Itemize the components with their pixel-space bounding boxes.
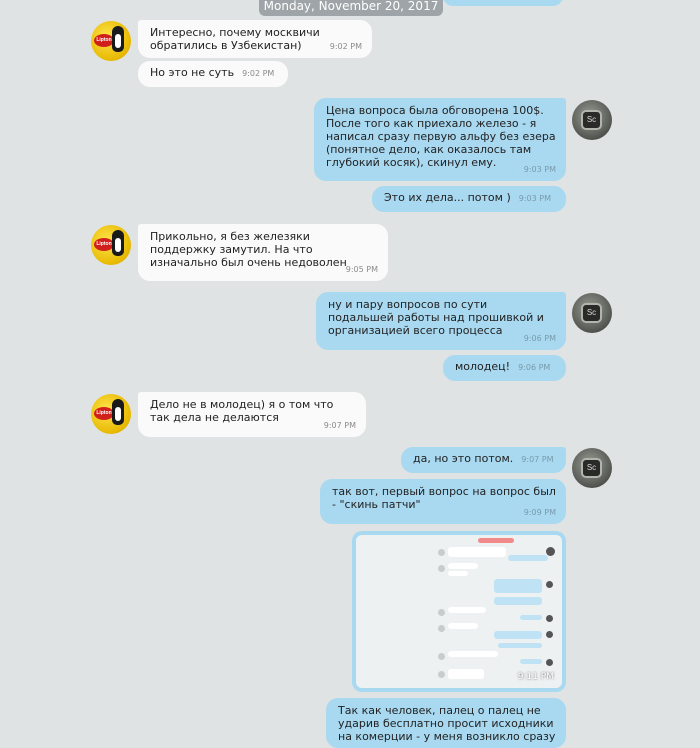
message-text: ну и пару вопросов по сути подальшей раб… (328, 298, 544, 337)
metal-tag-icon: Sc (581, 110, 602, 130)
image-message[interactable]: 9:11 PM (352, 531, 566, 692)
thumb-avatar (546, 581, 553, 588)
contact-avatar[interactable]: Lipton (91, 21, 131, 61)
message-bubble-outgoing[interactable]: Так как человек, палец о палец не ударив… (326, 698, 566, 748)
thumb-bubble (494, 631, 542, 639)
thumb-avatar (438, 609, 445, 616)
message-time: 9:07 PM (521, 455, 554, 464)
message-bubble-outgoing[interactable]: Цена вопроса была обговорена 100$. После… (314, 98, 566, 181)
message-text: Дело не в молодец) я о том что так дела … (150, 398, 334, 424)
thumb-avatar (546, 631, 553, 638)
message-time: 9:11 PM (517, 672, 554, 682)
message-text: Цена вопроса была обговорена 100$. После… (326, 104, 556, 169)
message-time: 9:02 PM (329, 42, 362, 51)
thumb-bubble (448, 669, 484, 679)
message-text: Прикольно, я без железяки поддержку заму… (150, 230, 347, 269)
message-text: молодец! (455, 360, 511, 373)
thumb-bubble (498, 643, 542, 648)
screenshot-thumbnail[interactable] (356, 535, 562, 688)
message-bubble-incoming[interactable]: Прикольно, я без железяки поддержку заму… (138, 224, 388, 281)
thumb-avatar (546, 659, 553, 666)
message-bubble-outgoing[interactable]: молодец! 9:06 PM (443, 355, 566, 381)
message-time: 9:07 PM (323, 421, 356, 430)
metal-tag-icon: Sc (581, 303, 602, 323)
contact-avatar[interactable]: Lipton (91, 394, 131, 434)
message-text: Интересно, почему москвичи обратились в … (150, 26, 320, 52)
thumb-avatar (438, 549, 445, 556)
message-text: Это их дела... потом ) (384, 191, 511, 204)
message-time: 9:05 PM (345, 265, 378, 274)
thumb-avatar (438, 671, 445, 678)
lipton-logo: Lipton (94, 34, 114, 47)
thumb-bubble (448, 571, 468, 576)
thumb-avatar (546, 547, 555, 556)
message-time: 9:09 PM (523, 508, 556, 517)
my-avatar[interactable]: Sc (572, 293, 612, 333)
message-time: 9:03 PM (518, 194, 551, 203)
my-avatar[interactable]: Sc (572, 448, 612, 488)
thumb-date-badge (478, 538, 514, 543)
penguin-icon (112, 26, 124, 52)
message-bubble-outgoing[interactable]: так вот, первый вопрос на вопрос был - "… (320, 479, 566, 524)
contact-avatar[interactable]: Lipton (91, 225, 131, 265)
thumb-bubble (520, 659, 542, 664)
penguin-icon (112, 230, 124, 256)
message-bubble-incoming[interactable]: Интересно, почему москвичи обратились в … (138, 20, 372, 58)
thumb-bubble (448, 563, 478, 569)
message-text: да, но это потом. (413, 452, 514, 465)
message-text: Так как человек, палец о палец не ударив… (338, 704, 556, 743)
thumb-avatar (438, 625, 445, 632)
thumb-bubble (508, 555, 548, 561)
thumb-bubble (494, 579, 542, 593)
thumb-avatar (438, 565, 445, 572)
message-time: 9:06 PM (523, 334, 556, 343)
previous-message-bubble (443, 0, 563, 6)
thumb-bubble (448, 607, 486, 613)
penguin-icon (112, 399, 124, 425)
my-avatar[interactable]: Sc (572, 100, 612, 140)
thumb-avatar (438, 653, 445, 660)
lipton-logo: Lipton (94, 238, 114, 251)
lipton-logo: Lipton (94, 407, 114, 420)
message-text: Но это не суть (150, 66, 235, 79)
message-bubble-outgoing[interactable]: Это их дела... потом ) 9:03 PM (372, 186, 566, 212)
message-time: 9:03 PM (523, 165, 556, 174)
thumb-bubble (448, 651, 498, 657)
message-bubble-outgoing[interactable]: да, но это потом. 9:07 PM (401, 447, 566, 473)
message-time: 9:06 PM (518, 363, 551, 372)
message-text: так вот, первый вопрос на вопрос был - "… (332, 485, 556, 511)
message-bubble-incoming[interactable]: Но это не суть 9:02 PM (138, 61, 288, 87)
metal-tag-icon: Sc (581, 458, 602, 478)
message-time: 9:02 PM (242, 69, 275, 78)
message-bubble-outgoing[interactable]: ну и пару вопросов по сути подальшей раб… (316, 292, 566, 350)
thumb-bubble (448, 547, 506, 557)
thumb-bubble (448, 623, 478, 629)
thumb-avatar (546, 615, 553, 622)
message-bubble-incoming[interactable]: Дело не в молодец) я о том что так дела … (138, 392, 366, 437)
date-separator: Monday, November 20, 2017 (259, 0, 443, 16)
thumb-bubble (494, 597, 542, 605)
thumb-bubble (520, 615, 542, 620)
